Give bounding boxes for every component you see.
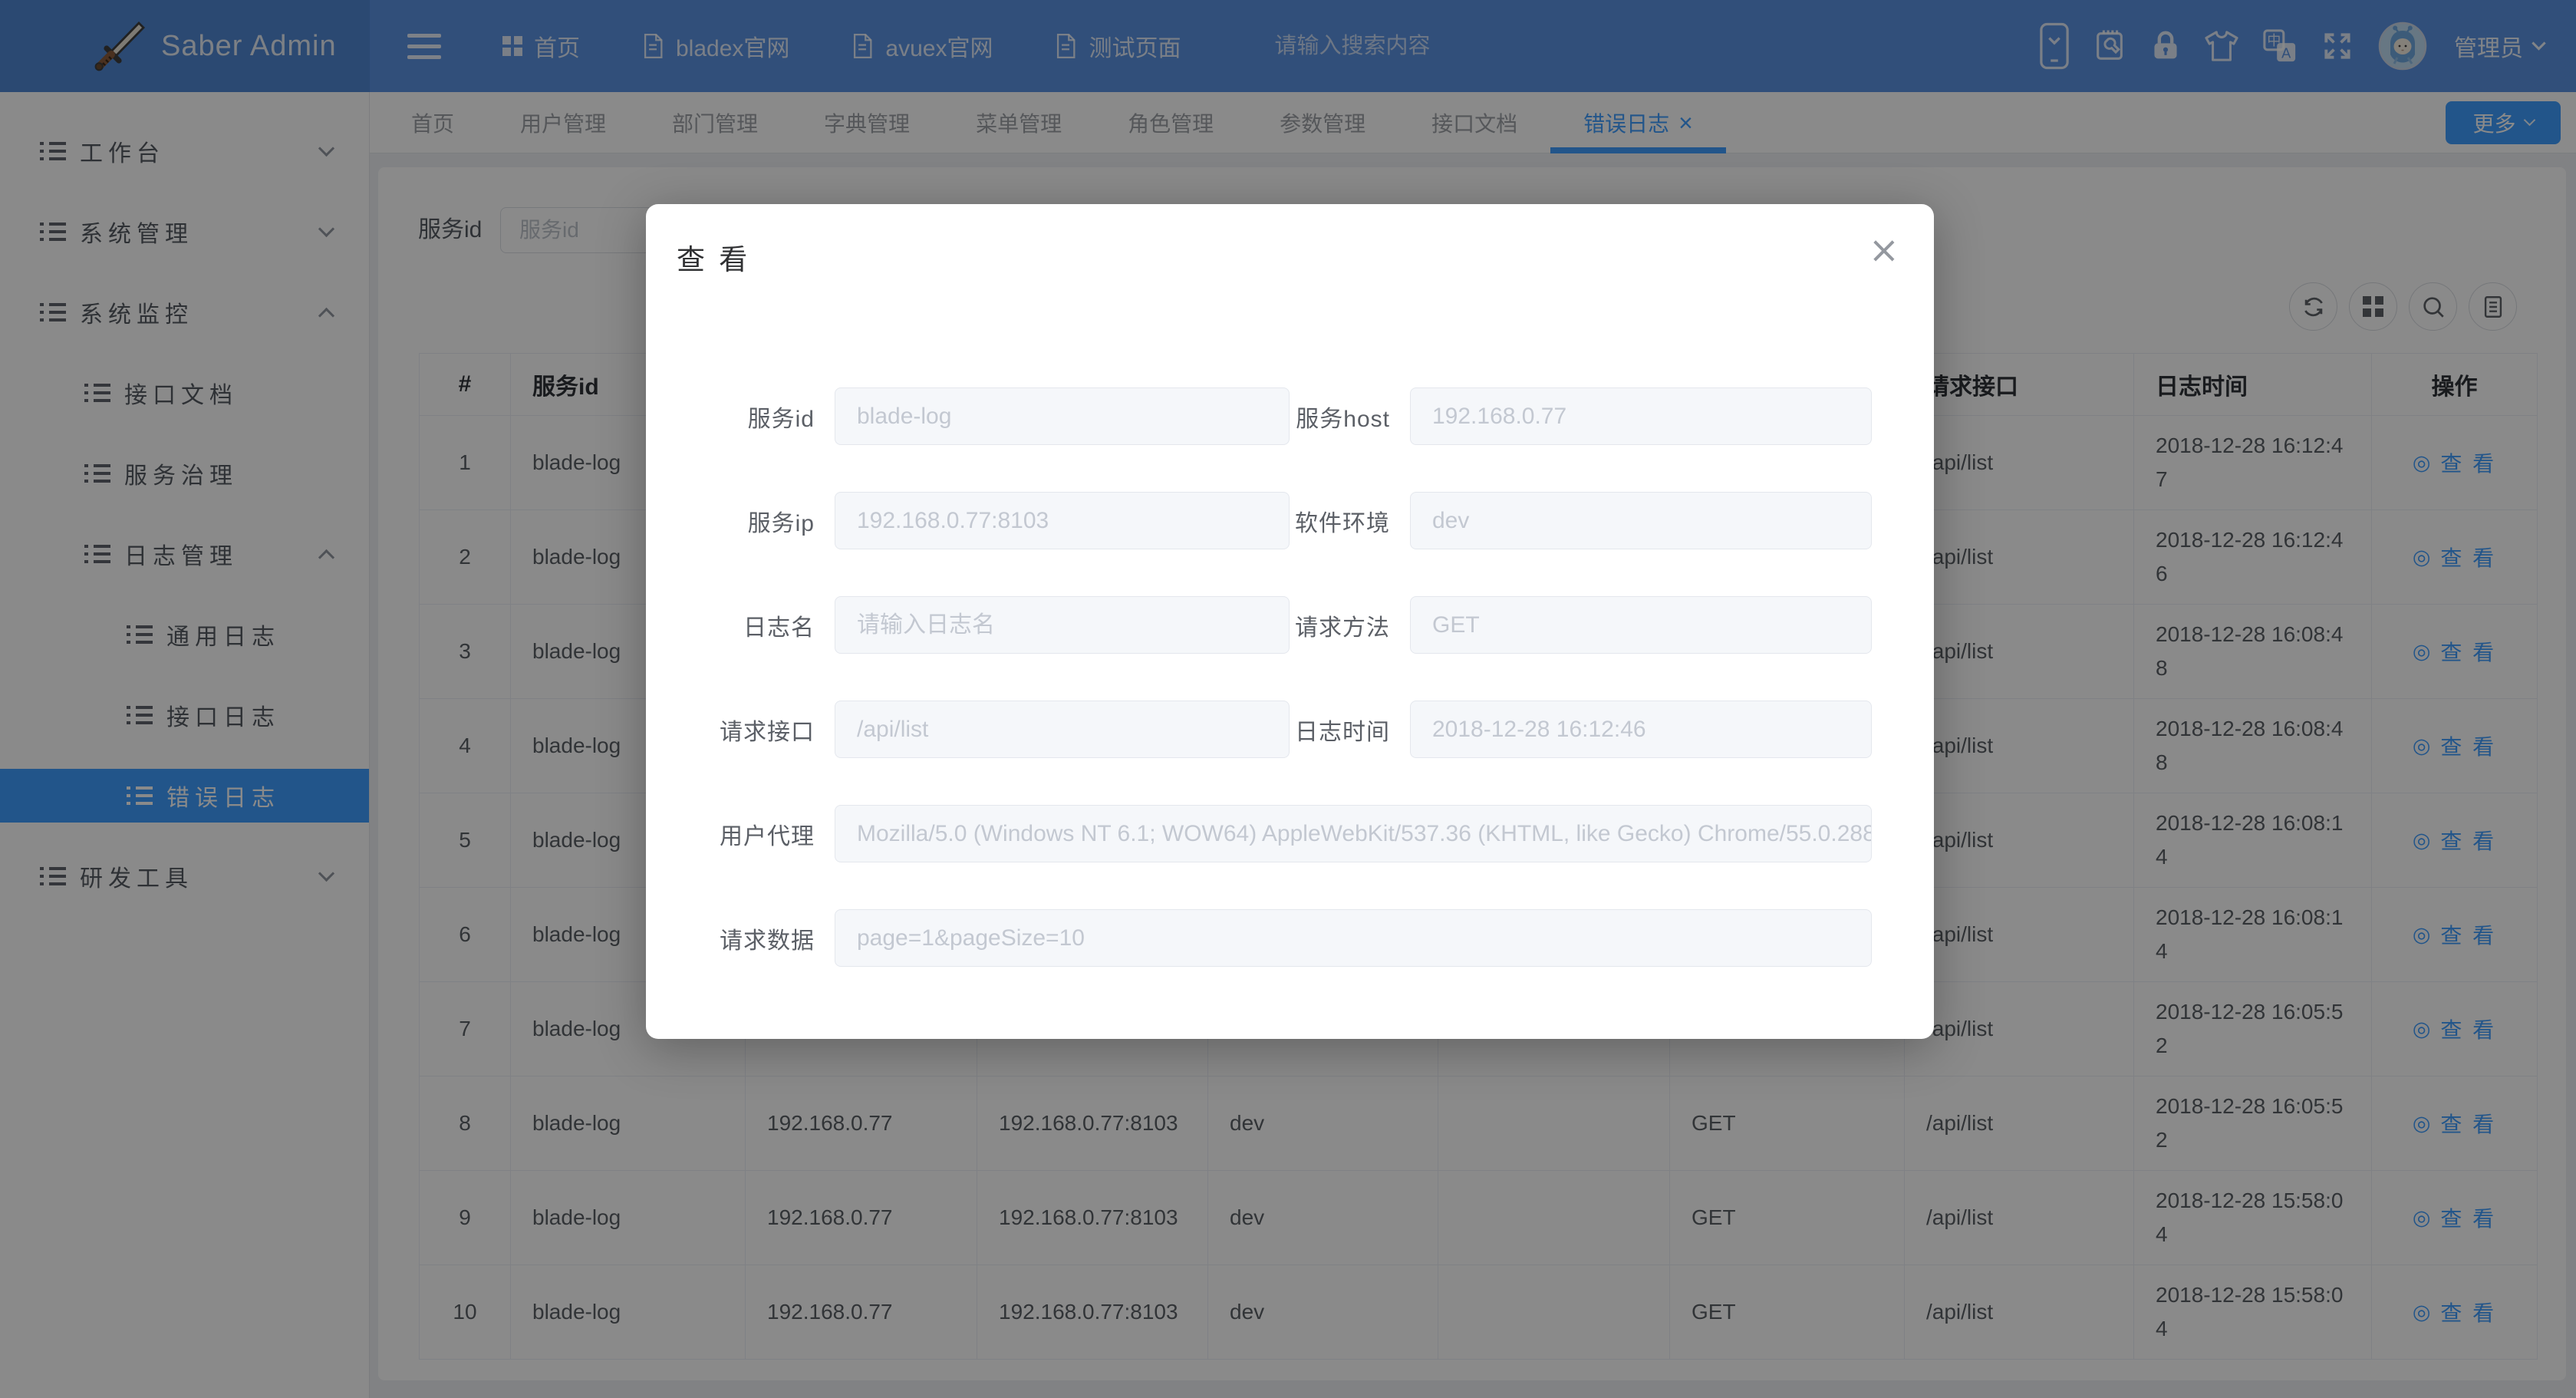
modal-input-request-data: page=1&pageSize=10 xyxy=(835,909,1872,967)
modal-label-service-host: 服务host xyxy=(1290,400,1410,434)
modal-label-method: 请求方法 xyxy=(1290,608,1410,642)
modal-label-service-id: 服务id xyxy=(677,400,835,434)
modal-input-log-name: 请输入日志名 xyxy=(835,596,1290,654)
view-dialog: 查 看 × 服务idblade-log服务host192.168.0.77服务i… xyxy=(646,204,1934,1039)
modal-input-env: dev xyxy=(1410,492,1872,549)
modal-input-time: 2018-12-28 16:12:46 xyxy=(1410,701,1872,758)
modal-input-user-agent: Mozilla/5.0 (Windows NT 6.1; WOW64) Appl… xyxy=(835,805,1872,862)
modal-input-api: /api/list xyxy=(835,701,1290,758)
dialog-title: 查 看 xyxy=(677,236,750,278)
modal-input-service-ip: 192.168.0.77:8103 xyxy=(835,492,1290,549)
close-icon[interactable]: × xyxy=(1869,236,1899,264)
modal-label-log-name: 日志名 xyxy=(677,608,835,642)
modal-label-env: 软件环境 xyxy=(1290,504,1410,538)
modal-label-service-ip: 服务ip xyxy=(677,504,835,538)
dialog-header: 查 看 × xyxy=(646,204,1934,278)
modal-label-request-data: 请求数据 xyxy=(677,922,835,955)
dialog-body: 服务idblade-log服务host192.168.0.77 服务ip192.1… xyxy=(646,387,1934,967)
modal-label-api: 请求接口 xyxy=(677,713,835,747)
modal-input-method: GET xyxy=(1410,596,1872,654)
modal-input-service-host: 192.168.0.77 xyxy=(1410,387,1872,445)
modal-label-user-agent: 用户代理 xyxy=(677,817,835,851)
modal-input-service-id: blade-log xyxy=(835,387,1290,445)
modal-label-time: 日志时间 xyxy=(1290,713,1410,747)
